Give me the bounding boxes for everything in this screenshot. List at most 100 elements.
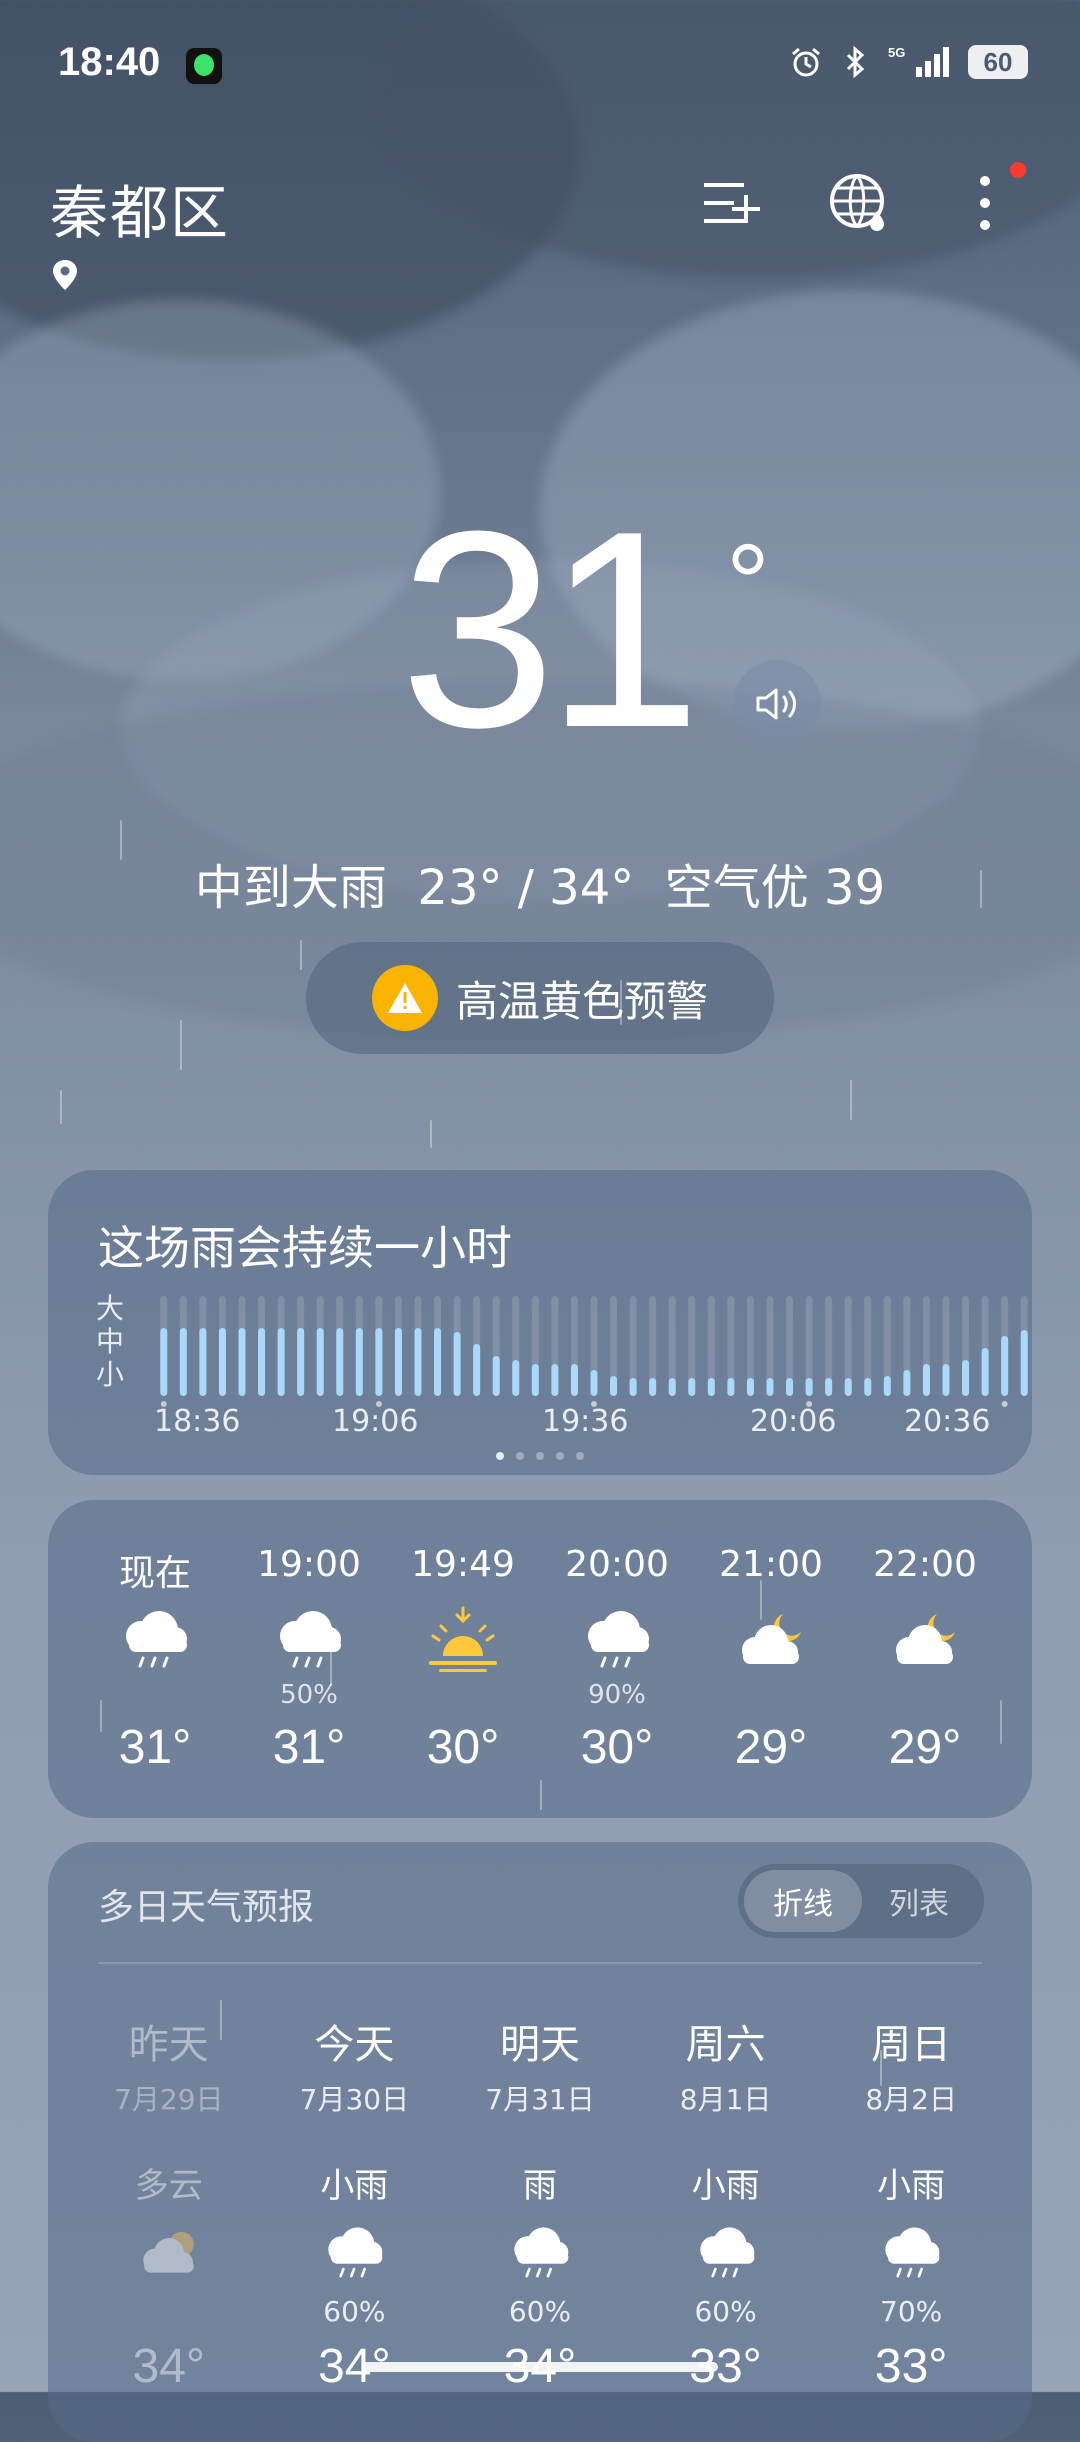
rain-streak [620,980,622,1025]
rain-bar [610,1376,618,1396]
hour-temp: 30° [426,1721,500,1774]
rain-bar [766,1378,774,1396]
rain-bar [375,1328,383,1396]
hourly-item: 现在 31° [78,1544,232,1794]
daily-item[interactable]: 周日 8月2日 小雨 70% 33° [818,2012,1004,2442]
rain-bar [258,1328,266,1396]
warning-label: 高温黄色预警 [455,976,708,1026]
view-toggle[interactable]: 折线 列表 [738,1864,984,1938]
rain-bar [199,1328,207,1396]
daily-item[interactable]: 周六 8月1日 小雨 60% 33° [633,2012,819,2442]
hourly-item: 21:00 29° [694,1544,848,1794]
rain-streak [100,1700,102,1732]
day-name: 周六 [685,2022,766,2068]
daily-item[interactable]: 昨天 7月29日 多云 34° [76,2012,262,2442]
rain-bar [805,1378,813,1396]
rain-intensity-chart [160,1296,1028,1407]
hour-precip-prob: 90% [588,1680,646,1710]
hourly-item: 19:00 50% 31° [232,1544,386,1794]
hourly-item: 20:00 90% 30° [540,1544,694,1794]
rain-bar [355,1328,363,1396]
day-condition: 小雨 [691,2166,760,2206]
hour-time: 22:00 [873,1544,977,1585]
rain-bar [864,1378,872,1396]
rain-bar [786,1378,794,1396]
city-name[interactable]: 秦都区 [50,166,230,250]
page-dot [556,1452,564,1460]
rain-bar [531,1364,539,1396]
globe-button[interactable] [824,168,894,238]
hour-time: 20:00 [565,1544,669,1585]
hour-temp: 30° [580,1721,654,1774]
rain-streak [760,1580,762,1620]
day-precip-prob: 60% [694,2295,757,2328]
rain-bar [668,1378,676,1396]
hourly-forecast-card[interactable]: 现在 31° 19:00 50% 31° 19:49 30° 20:00 90% 30° 21:00… [48,1500,1032,1818]
rain-streak [60,1090,62,1124]
rain-cloud-icon [269,1606,349,1676]
day-date: 7月30日 [299,2083,410,2116]
rain-streak [540,1780,542,1810]
status-time: 18:40 [58,40,161,84]
day-name: 今天 [314,2022,395,2068]
page-dot [516,1452,524,1460]
rain-cloud-icon [874,2223,948,2285]
rain-bar [570,1364,578,1396]
day-name: 周日 [871,2022,952,2068]
scale-medium: 中 [96,1325,125,1358]
day-precip-prob: 60% [508,2295,572,2328]
add-city-button[interactable] [696,168,766,238]
day-condition: 多云 [134,2166,203,2206]
day-condition: 雨 [522,2166,557,2206]
daily-item[interactable]: 今天 7月30日 小雨 60% 34° [262,2012,448,2442]
tick-label: 20:06 [750,1404,837,1439]
rain-bar [277,1328,285,1396]
rain-forecast-card[interactable]: 这场雨会持续一小时 大 中 小 18:36 19:06 19:36 20:06 … [48,1170,1032,1475]
hour-time: 19:00 [257,1544,361,1585]
rain-cloud-icon [577,1606,657,1676]
location-pin-icon [50,258,80,292]
rain-bar [297,1328,305,1396]
scale-light: 小 [96,1358,125,1391]
heat-warning-button[interactable]: 高温黄色预警 [306,942,774,1054]
hourly-item: 22:00 29° [848,1544,1002,1794]
rain-streak [120,820,122,860]
degree-symbol: ° [726,522,770,645]
sunset-icon [423,1606,503,1676]
home-indicator[interactable] [362,2362,718,2372]
rain-streak [300,940,302,970]
rain-bar [727,1378,735,1396]
rain-bar [453,1332,461,1396]
rain-streak [180,1020,182,1070]
rain-bar [551,1364,559,1396]
warning-icon [371,965,438,1031]
rain-bar [336,1328,344,1396]
rain-bar [981,1348,989,1396]
rain-streak [980,870,982,908]
daily-item[interactable]: 明天 7月31日雨 60% 34° [447,2012,633,2442]
status-bar: 18:40 5G 60 [0,0,1080,130]
more-vertical-icon [980,176,990,230]
rain-streak [330,1650,332,1686]
rain-bar [160,1328,168,1396]
day-high-temp: 33° [874,2340,948,2393]
day-condition: 小雨 [877,2166,946,2206]
voice-broadcast-button[interactable] [733,660,821,748]
toggle-line-view[interactable]: 折线 [744,1870,862,1932]
rain-bar [473,1344,481,1396]
cloudy-night-icon [885,1606,965,1676]
rain-bar [434,1328,442,1396]
intensity-scale: 大 中 小 [96,1292,124,1391]
tick-label: 19:36 [542,1404,629,1439]
daily-forecast-card: 多日天气预报 折线 列表 昨天 7月29日 多云 34° 今天 7月30日 小雨 60% 34°… [48,1842,1032,2442]
list-add-icon [704,183,760,223]
rain-bar [590,1370,598,1396]
more-menu-button[interactable] [950,162,1026,238]
day-high-temp: 34° [132,2340,206,2393]
hour-time: 现在 [118,1553,191,1594]
rain-cloud-icon [689,2223,763,2285]
hour-temp: 31° [272,1721,346,1774]
toggle-list-view[interactable]: 列表 [860,1870,978,1932]
day-precip-prob: 60% [323,2295,386,2328]
rain-bar [707,1378,715,1396]
